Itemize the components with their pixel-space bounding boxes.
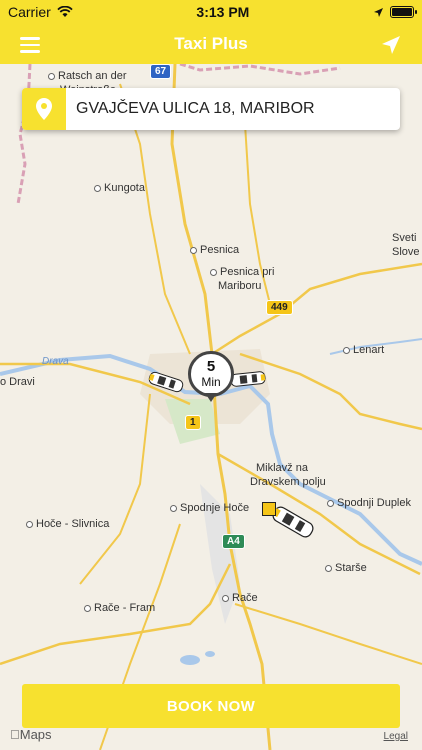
wifi-icon [57, 6, 73, 17]
status-bar: Carrier 3:13 PM [0, 0, 422, 24]
place-race: Rače [222, 592, 258, 604]
map-pin-icon [22, 88, 66, 130]
place-pesnica: Pesnica [190, 244, 239, 256]
place-o-dravi: o Dravi [0, 376, 35, 388]
place-spodnji-duplek: Spodnji Duplek [327, 497, 411, 509]
place-pesnica-pri: Pesnica pri [210, 266, 274, 278]
book-now-button[interactable]: BOOK NOW [22, 684, 400, 728]
road-badge-449: 449 [266, 300, 293, 315]
battery-icon [389, 6, 417, 18]
carrier-label: Carrier [8, 4, 51, 20]
location-services-icon [373, 7, 383, 17]
eta-value: 5 [206, 358, 216, 376]
place-dravskem-polju: Dravskem polju [250, 476, 326, 488]
place-kungota: Kungota [94, 182, 145, 194]
pickup-address-text: GVAJČEVA ULICA 18, MARIBOR [76, 100, 315, 117]
road-badge-1: 1 [185, 415, 201, 430]
maps-attribution: Maps [10, 727, 52, 742]
legal-link[interactable]: Legal [384, 731, 408, 742]
place-slove: Slove [392, 246, 420, 258]
apple-maps-logo[interactable]: Maps [10, 727, 52, 742]
place-race-fram: Rače - Fram [84, 602, 155, 614]
app-title: Taxi Plus [174, 34, 248, 53]
taxi-roof-sign [262, 502, 276, 516]
status-time: 3:13 PM [196, 4, 250, 20]
eta-unit: Min [201, 374, 221, 389]
eta-marker[interactable]: 5 Min [188, 351, 234, 402]
map-roads [0, 64, 422, 750]
place-hoce-slivnica: Hoče - Slivnica [26, 518, 109, 530]
road-badge-a4: A4 [222, 534, 245, 549]
hamburger-menu-icon[interactable] [20, 34, 48, 54]
place-lenart: Lenart [343, 344, 384, 356]
place-sveti: Sveti [392, 232, 417, 244]
place-miklavz: Miklavž na [256, 462, 308, 474]
nav-bar: Taxi Plus [0, 24, 422, 64]
river-drava: Drava [42, 356, 69, 367]
place-spodnje-hoce: Spodnje Hoče [170, 502, 249, 514]
location-arrow-icon[interactable] [378, 32, 404, 58]
place-ratsch: Ratsch an der [48, 70, 126, 82]
place-mariboru: Mariboru [218, 280, 262, 292]
place-starse: Starše [325, 562, 367, 574]
road-badge-67: 67 [150, 64, 172, 79]
map-view[interactable]: Ratsch an der Weinstraße Kungota Pesnica… [0, 64, 422, 750]
pickup-address-field[interactable]: GVAJČEVA ULICA 18, MARIBOR [22, 88, 400, 130]
